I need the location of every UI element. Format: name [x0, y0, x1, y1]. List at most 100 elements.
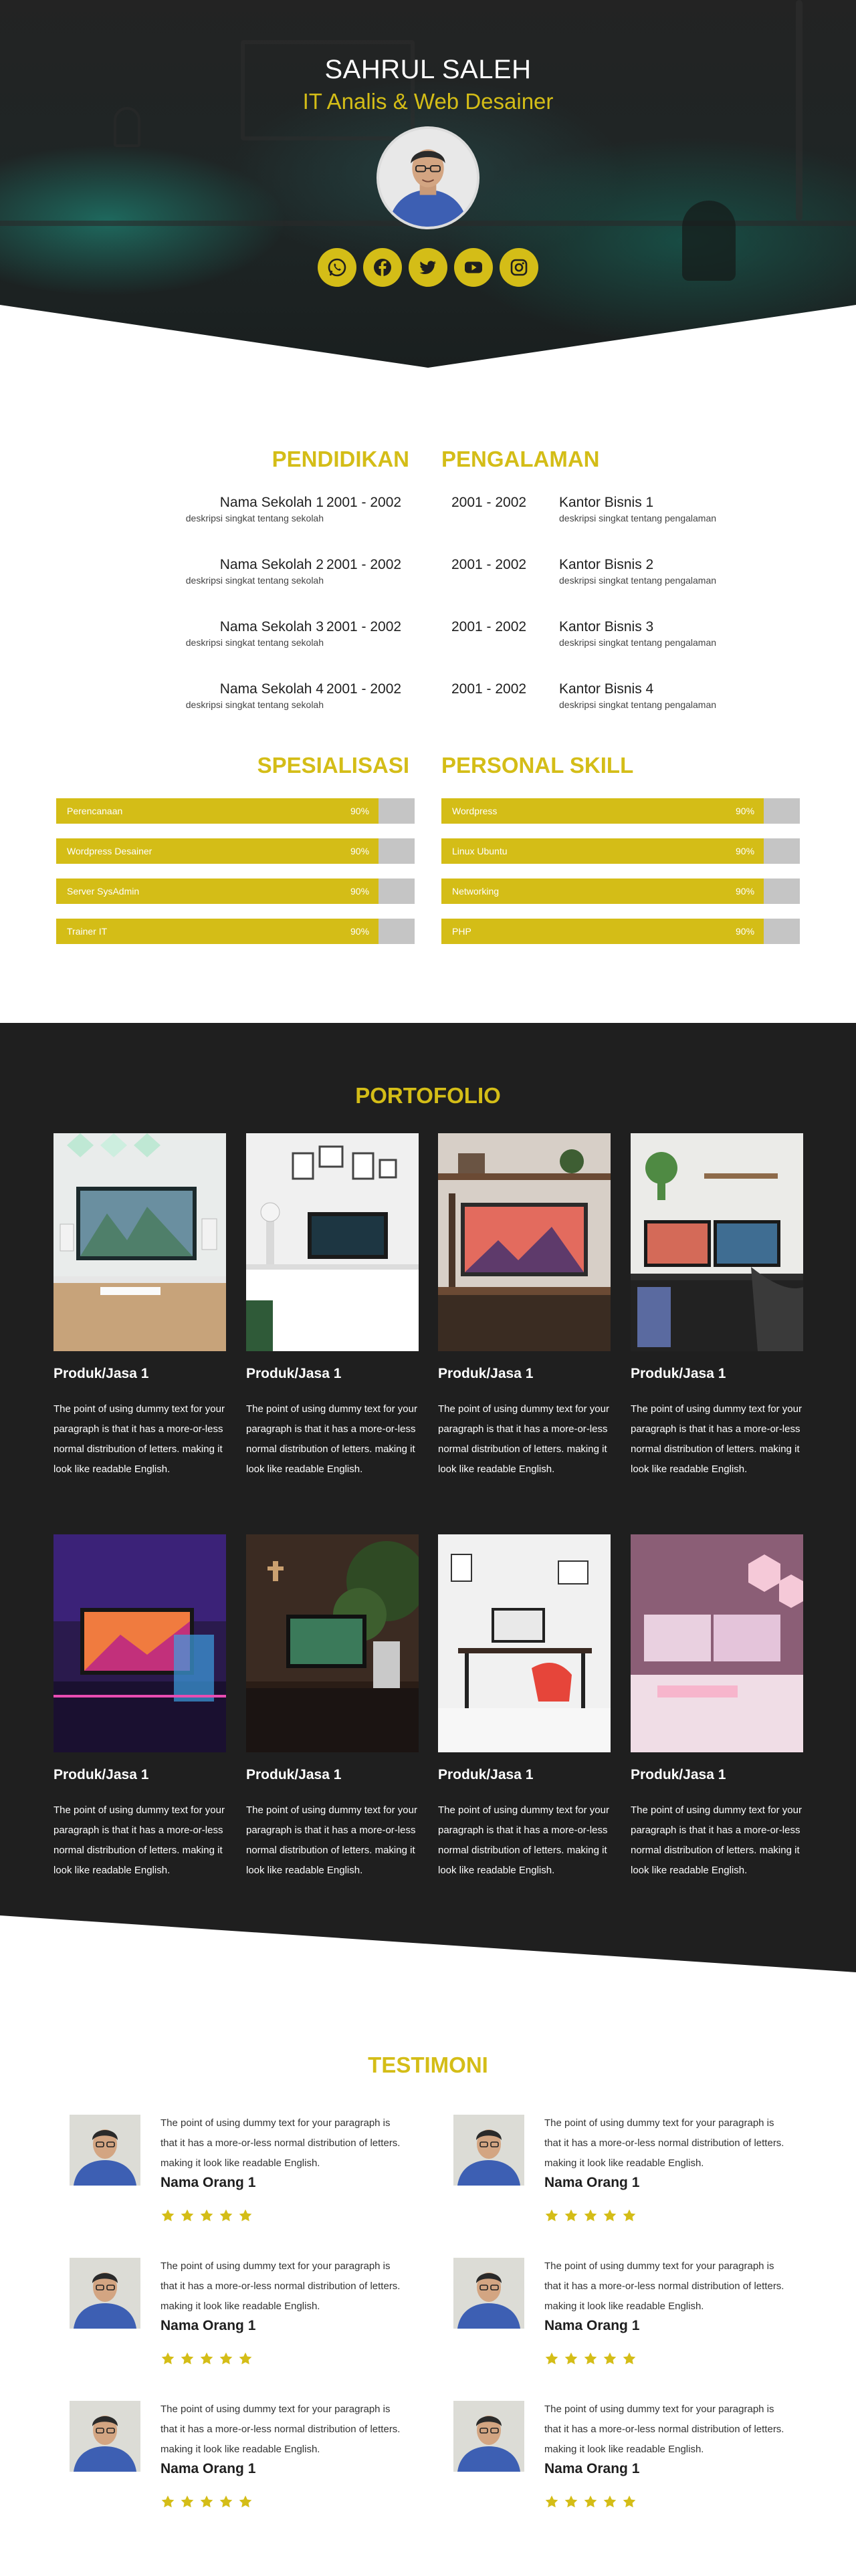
testimonial-text: The point of using dummy text for your p…: [160, 2260, 401, 2312]
job-description: deskripsi singkat tentang pengalaman: [559, 637, 717, 648]
star-icon: [545, 2495, 558, 2508]
testimonial-text: The point of using dummy text for your p…: [544, 2117, 784, 2169]
testimonial-section: TESTIMONI The point of using dummy text …: [0, 1972, 856, 2576]
portfolio-image[interactable]: [246, 1133, 419, 1351]
testimonial-name: Nama Orang 1: [544, 2461, 640, 2476]
portfolio-card-title: Produk/Jasa 1: [438, 1767, 534, 1782]
star-icon: [181, 2209, 194, 2222]
portfolio-card[interactable]: Produk/Jasa 1 The point of using dummy t…: [54, 1133, 226, 1480]
star-rating: [544, 2208, 637, 2223]
skill-bar-fill: [441, 919, 764, 944]
skill-percent: 90%: [736, 806, 755, 816]
portfolio-card-text: The point of using dummy text for your p…: [438, 1403, 609, 1475]
portfolio-image[interactable]: [631, 1534, 803, 1752]
person-avatar-icon: [453, 2258, 524, 2329]
profile-name: SAHRUL SALEH: [324, 55, 532, 84]
testimonial-name: Nama Orang 1: [160, 2461, 256, 2476]
portfolio-card[interactable]: Produk/Jasa 1 The point of using dummy t…: [438, 1534, 611, 1881]
facebook-icon: [374, 259, 391, 276]
star-icon: [181, 2352, 194, 2365]
star-rating: [160, 2494, 253, 2509]
portfolio-card-title: Produk/Jasa 1: [438, 1366, 534, 1381]
star-icon: [603, 2495, 617, 2508]
portfolio-card-title: Produk/Jasa 1: [631, 1366, 726, 1381]
testimonial-item: The point of using dummy text for your p…: [453, 2258, 801, 2391]
portfolio-image[interactable]: [54, 1534, 226, 1752]
job-description: deskripsi singkat tentang pengalaman: [559, 699, 717, 710]
star-icon: [200, 2209, 213, 2222]
portfolio-card[interactable]: Produk/Jasa 1 The point of using dummy t…: [631, 1534, 803, 1881]
social-links: [0, 248, 856, 287]
star-icon: [584, 2495, 597, 2508]
testimonial-text: The point of using dummy text for your p…: [544, 2404, 784, 2455]
skill-percent: 90%: [350, 846, 370, 856]
skill-bar: Server SysAdmin 90%: [56, 879, 415, 904]
hero-section: SAHRUL SALEH IT Analis & Web Desainer: [0, 0, 856, 368]
star-icon: [564, 2495, 578, 2508]
skill-label: Networking: [452, 886, 500, 897]
twitter-button[interactable]: [409, 248, 447, 287]
portfolio-image[interactable]: [631, 1133, 803, 1351]
portfolio-card-text: The point of using dummy text for your p…: [246, 1403, 417, 1475]
star-rating: [160, 2208, 253, 2223]
facebook-button[interactable]: [363, 248, 402, 287]
portfolio-card[interactable]: Produk/Jasa 1 The point of using dummy t…: [54, 1534, 226, 1881]
youtube-button[interactable]: [454, 248, 493, 287]
skill-percent: 90%: [350, 886, 370, 897]
skill-bar: Wordpress Desainer 90%: [56, 838, 415, 864]
star-icon: [239, 2209, 252, 2222]
portfolio-card[interactable]: Produk/Jasa 1 The point of using dummy t…: [438, 1133, 611, 1480]
portfolio-image[interactable]: [246, 1534, 419, 1752]
portfolio-card-text: The point of using dummy text for your p…: [54, 1403, 225, 1475]
school-name: Nama Sekolah 4: [219, 681, 324, 697]
skill-bar: Trainer IT 90%: [56, 919, 415, 944]
school-year: 2001 - 2002: [326, 619, 402, 634]
skill-label: Linux Ubuntu: [452, 846, 508, 856]
youtube-icon: [465, 261, 482, 273]
star-icon: [564, 2352, 578, 2365]
star-icon: [564, 2209, 578, 2222]
portfolio-card-title: Produk/Jasa 1: [246, 1366, 342, 1381]
testimonial-avatar: [453, 2115, 524, 2186]
school-description: deskripsi singkat tentang sekolah: [185, 513, 324, 523]
portfolio-image[interactable]: [54, 1133, 226, 1351]
testimonial-name: Nama Orang 1: [544, 2175, 640, 2190]
person-avatar-icon: [70, 2258, 140, 2329]
job-year: 2001 - 2002: [451, 495, 527, 510]
portfolio-card-title: Produk/Jasa 1: [54, 1366, 149, 1381]
portfolio-image[interactable]: [438, 1133, 611, 1351]
profile-avatar: [377, 126, 479, 229]
job-year: 2001 - 2002: [451, 619, 527, 634]
personal-skill-title: PERSONAL SKILL: [441, 753, 634, 778]
testimonial-item: The point of using dummy text for your p…: [70, 2258, 417, 2391]
star-icon: [219, 2352, 233, 2365]
resume-section: PENDIDIKAN PENGALAMAN Nama Sekolah 1 200…: [0, 368, 856, 1023]
person-avatar-icon: [453, 2401, 524, 2472]
instagram-button[interactable]: [500, 248, 538, 287]
testimonial-item: The point of using dummy text for your p…: [453, 2401, 801, 2535]
testimonial-name: Nama Orang 1: [160, 2175, 256, 2190]
education-title: PENDIDIKAN: [272, 447, 409, 471]
star-icon: [545, 2209, 558, 2222]
portfolio-card[interactable]: Produk/Jasa 1 The point of using dummy t…: [246, 1133, 419, 1480]
school-year: 2001 - 2002: [326, 495, 402, 510]
job-name: Kantor Bisnis 2: [559, 557, 654, 572]
star-icon: [623, 2495, 636, 2508]
profile-role: IT Analis & Web Desainer: [302, 89, 554, 114]
skill-percent: 90%: [350, 806, 370, 816]
portfolio-image[interactable]: [438, 1534, 611, 1752]
star-rating: [544, 2351, 637, 2366]
portfolio-card[interactable]: Produk/Jasa 1 The point of using dummy t…: [246, 1534, 419, 1881]
job-year: 2001 - 2002: [451, 557, 527, 572]
whatsapp-button[interactable]: [318, 248, 356, 287]
job-name: Kantor Bisnis 1: [559, 495, 654, 510]
skill-bar: Networking 90%: [441, 879, 800, 904]
testimonial-text: The point of using dummy text for your p…: [160, 2404, 401, 2455]
star-icon: [219, 2209, 233, 2222]
skill-bar: Perencanaan 90%: [56, 798, 415, 824]
testimonial-avatar: [453, 2401, 524, 2472]
star-icon: [603, 2209, 617, 2222]
testimonial-name: Nama Orang 1: [544, 2318, 640, 2333]
portfolio-card[interactable]: Produk/Jasa 1 The point of using dummy t…: [631, 1133, 803, 1480]
school-description: deskripsi singkat tentang sekolah: [185, 575, 324, 586]
